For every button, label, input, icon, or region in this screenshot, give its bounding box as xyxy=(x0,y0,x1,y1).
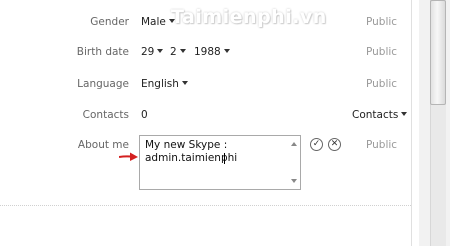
birth-year-select[interactable]: 1988 xyxy=(194,46,230,58)
about-me-visibility: Public xyxy=(366,139,398,151)
language-visibility: Public xyxy=(366,78,398,90)
panel-border xyxy=(411,0,412,246)
gender-label: Gender xyxy=(90,16,129,28)
chevron-down-icon xyxy=(168,19,175,23)
section-divider xyxy=(0,205,411,206)
text-cursor xyxy=(224,153,225,164)
birth-month-value: 2 xyxy=(170,46,177,58)
chevron-down-icon xyxy=(157,49,164,53)
scrollbar-thumb[interactable] xyxy=(430,0,446,105)
contacts-count: 0 xyxy=(141,109,148,121)
gender-visibility: Public xyxy=(366,16,398,28)
birth-date-visibility: Public xyxy=(366,46,398,58)
language-row: Language English Public xyxy=(0,78,411,98)
gender-value: Male xyxy=(141,16,166,28)
red-arrow-icon xyxy=(119,152,138,161)
birth-month-select[interactable]: 2 xyxy=(170,46,186,58)
chevron-down-icon xyxy=(401,112,408,116)
language-value: English xyxy=(141,78,179,90)
birth-day-value: 29 xyxy=(141,46,155,58)
language-label: Language xyxy=(77,78,129,90)
gender-select[interactable]: Male xyxy=(141,16,175,28)
textarea-scrollbar[interactable] xyxy=(288,136,300,189)
contacts-dropdown[interactable]: Contacts xyxy=(352,109,408,121)
scroll-down-icon[interactable] xyxy=(291,179,297,183)
language-select[interactable]: English xyxy=(141,78,188,90)
gender-row: Gender Male Public xyxy=(0,16,411,36)
chevron-down-icon xyxy=(179,49,186,53)
chevron-down-icon xyxy=(223,49,230,53)
scroll-up-icon[interactable] xyxy=(291,142,297,146)
chevron-down-icon xyxy=(181,81,188,85)
profile-panel: Taimienphi.vn Gender Male Public Birth d… xyxy=(0,0,411,246)
birth-date-label: Birth date xyxy=(76,46,129,58)
birth-day-select[interactable]: 29 xyxy=(141,46,164,58)
close-icon[interactable]: ✕ xyxy=(328,138,341,151)
birth-date-row: Birth date 29 2 1988 Public xyxy=(0,46,411,66)
contacts-dropdown-label: Contacts xyxy=(352,109,399,121)
contacts-label: Contacts xyxy=(82,109,129,121)
contacts-row: Contacts 0 Contacts xyxy=(0,109,411,129)
checkmark-icon[interactable]: ✓ xyxy=(310,138,323,151)
about-me-label: About me xyxy=(77,139,129,151)
window-scrollbar[interactable] xyxy=(419,0,450,246)
birth-year-value: 1988 xyxy=(194,46,221,58)
about-me-textarea[interactable]: My new Skype : admin.taimienphi xyxy=(139,135,301,190)
